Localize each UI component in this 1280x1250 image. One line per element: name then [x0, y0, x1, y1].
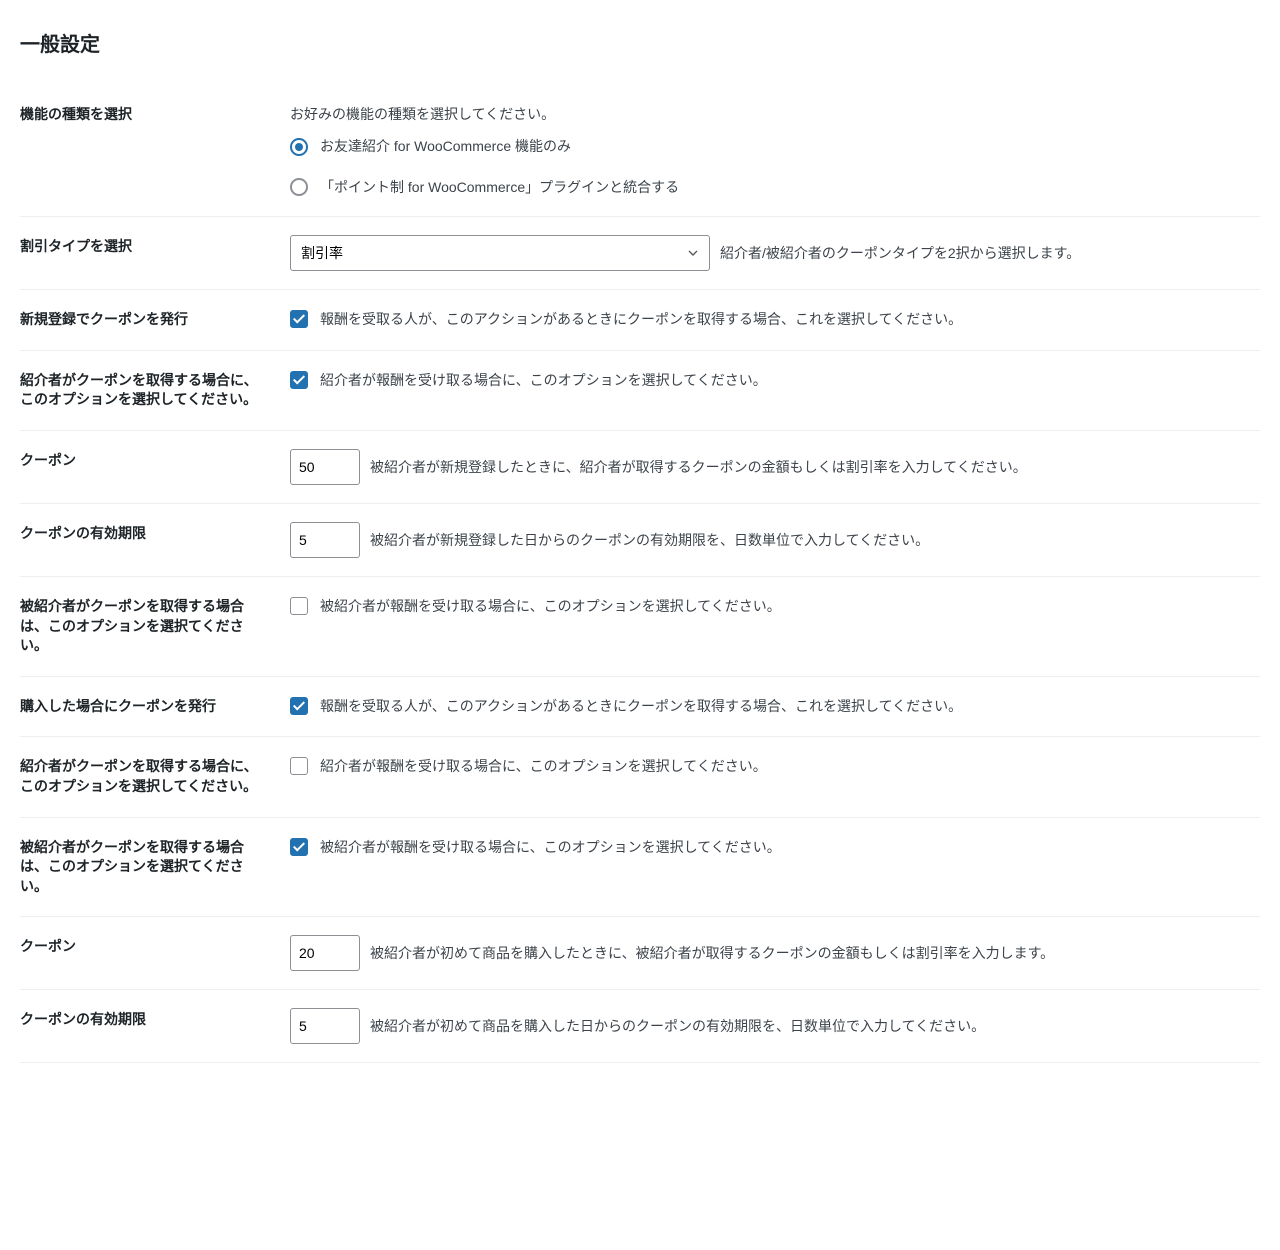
referee-coupon-signup-description: 被紹介者が報酬を受け取る場合に、このオプションを選択してください。 — [320, 595, 781, 617]
coupon-expiry-2-input[interactable] — [290, 1008, 360, 1044]
signup-coupon-label: 新規登録でクーポンを発行 — [20, 290, 280, 351]
coupon-value-2-input[interactable] — [290, 935, 360, 971]
referee-coupon-signup-checkbox[interactable] — [290, 597, 308, 615]
coupon-value-1-input[interactable] — [290, 449, 360, 485]
coupon-expiry-1-label: クーポンの有効期限 — [20, 503, 280, 576]
coupon-expiry-1-description: 被紹介者が新規登録した日からのクーポンの有効期限を、日数単位で入力してください。 — [370, 529, 929, 551]
referrer-coupon-signup-checkbox[interactable] — [290, 371, 308, 389]
discount-type-description: 紹介者/被紹介者のクーポンタイプを2択から選択します。 — [720, 242, 1080, 264]
feature-type-radio-1[interactable] — [290, 138, 308, 156]
referrer-coupon-purchase-checkbox[interactable] — [290, 757, 308, 775]
referee-coupon-purchase-checkbox[interactable] — [290, 838, 308, 856]
purchase-coupon-label: 購入した場合にクーポンを発行 — [20, 676, 280, 737]
coupon-value-2-description: 被紹介者が初めて商品を購入したときに、被紹介者が取得するクーポンの金額もしくは割… — [370, 942, 1054, 964]
signup-coupon-description: 報酬を受取る人が、このアクションがあるときにクーポンを取得する場合、これを選択し… — [320, 308, 962, 330]
feature-type-description: お好みの機能の種類を選択してください。 — [290, 103, 1250, 125]
coupon-value-1-description: 被紹介者が新規登録したときに、紹介者が取得するクーポンの金額もしくは割引率を入力… — [370, 456, 1027, 478]
feature-type-option2-label: 「ポイント制 for WooCommerce」プラグインと統合する — [320, 176, 679, 198]
referrer-coupon-purchase-description: 紹介者が報酬を受け取る場合に、このオプションを選択してください。 — [320, 755, 767, 777]
coupon-value-1-label: クーポン — [20, 430, 280, 503]
coupon-expiry-2-label: クーポンの有効期限 — [20, 990, 280, 1063]
referee-coupon-purchase-label: 被紹介者がクーポンを取得する場合は、このオプションを選択てください。 — [20, 817, 280, 917]
discount-type-label: 割引タイプを選択 — [20, 217, 280, 290]
discount-type-select[interactable]: 割引率 — [290, 235, 710, 271]
referrer-coupon-signup-label: 紹介者がクーポンを取得する場合に、このオプションを選択してください。 — [20, 350, 280, 430]
purchase-coupon-description: 報酬を受取る人が、このアクションがあるときにクーポンを取得する場合、これを選択し… — [320, 695, 962, 717]
section-title: 一般設定 — [20, 20, 1260, 65]
referee-coupon-signup-label: 被紹介者がクーポンを取得する場合は、このオプションを選択てください。 — [20, 576, 280, 676]
feature-type-label: 機能の種類を選択 — [20, 85, 280, 217]
settings-table: 機能の種類を選択 お好みの機能の種類を選択してください。 お友達紹介 for W… — [20, 85, 1260, 1063]
coupon-expiry-1-input[interactable] — [290, 522, 360, 558]
coupon-value-2-label: クーポン — [20, 917, 280, 990]
referrer-coupon-purchase-label: 紹介者がクーポンを取得する場合に、このオプションを選択してください。 — [20, 737, 280, 817]
coupon-expiry-2-description: 被紹介者が初めて商品を購入した日からのクーポンの有効期限を、日数単位で入力してく… — [370, 1015, 985, 1037]
feature-type-radio-2[interactable] — [290, 178, 308, 196]
referee-coupon-purchase-description: 被紹介者が報酬を受け取る場合に、このオプションを選択してください。 — [320, 836, 781, 858]
referrer-coupon-signup-description: 紹介者が報酬を受け取る場合に、このオプションを選択してください。 — [320, 369, 767, 391]
feature-type-option1-label: お友達紹介 for WooCommerce 機能のみ — [320, 135, 571, 157]
signup-coupon-checkbox[interactable] — [290, 310, 308, 328]
purchase-coupon-checkbox[interactable] — [290, 697, 308, 715]
